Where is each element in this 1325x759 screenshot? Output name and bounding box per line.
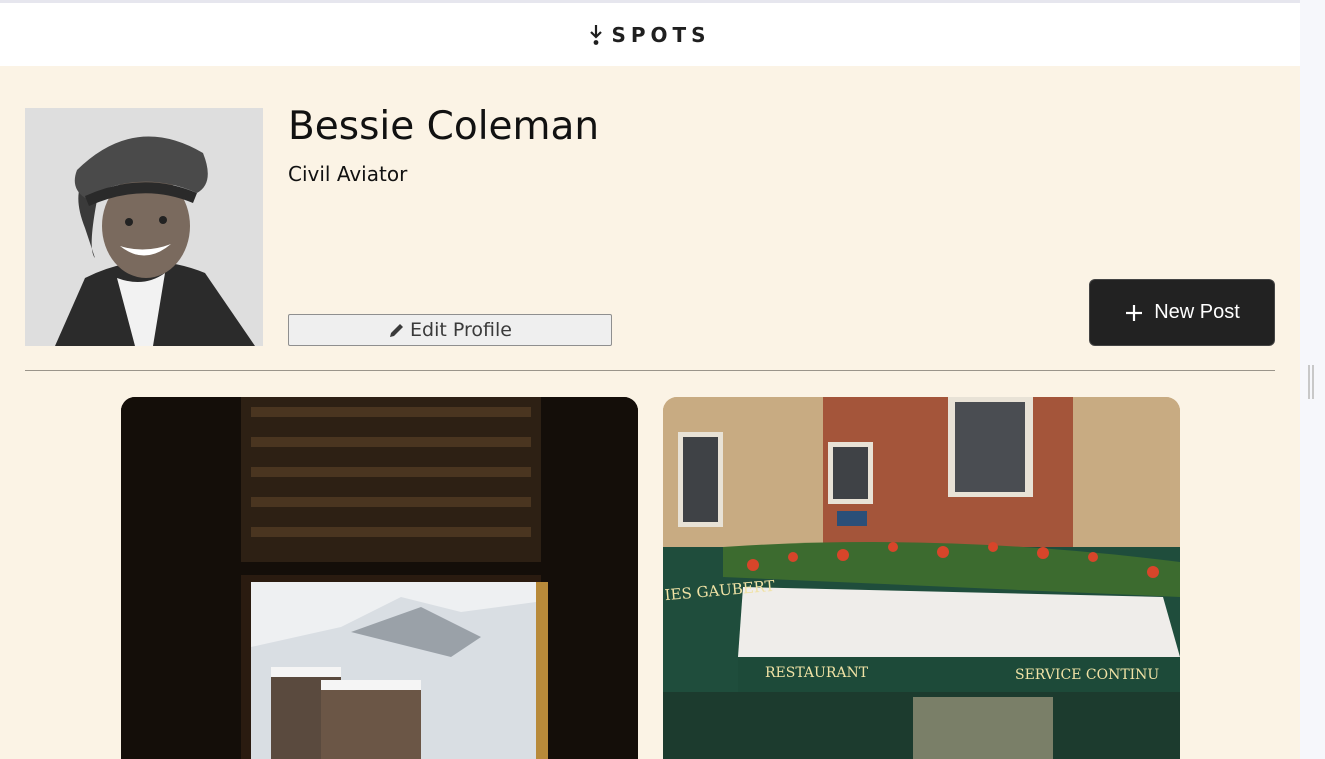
profile-divider xyxy=(25,370,1275,371)
profile-description: Civil Aviator xyxy=(288,162,408,186)
edit-profile-label: Edit Profile xyxy=(410,319,512,341)
avatar-photo xyxy=(25,108,263,346)
logo-icon xyxy=(590,24,603,45)
scrollbar[interactable] xyxy=(1300,0,1325,759)
logo-text: SPOTS xyxy=(611,22,711,47)
post-card[interactable] xyxy=(121,397,638,759)
post-card[interactable]: RESTAURANT SERVICE CONTINU IES GAUBERT xyxy=(663,397,1180,759)
post-image xyxy=(121,397,638,759)
awning-left-text: RESTAURANT xyxy=(765,665,869,681)
edit-profile-button[interactable]: Edit Profile xyxy=(288,314,612,346)
awning-right-text: SERVICE CONTINU xyxy=(1015,667,1159,683)
site-header: SPOTS xyxy=(0,3,1300,66)
avatar xyxy=(25,108,263,346)
profile-name: Bessie Coleman xyxy=(288,104,600,149)
logo[interactable]: SPOTS xyxy=(589,23,710,47)
new-post-button[interactable]: New Post xyxy=(1089,279,1275,346)
scrollbar-thumb[interactable] xyxy=(1308,365,1314,399)
profile-page: Bessie Coleman Civil Aviator Edit Profil… xyxy=(0,66,1300,759)
pencil-icon xyxy=(390,324,404,337)
post-image: RESTAURANT SERVICE CONTINU IES GAUBERT xyxy=(663,397,1180,759)
new-post-label: New Post xyxy=(1154,301,1240,323)
plus-icon xyxy=(1126,304,1143,321)
